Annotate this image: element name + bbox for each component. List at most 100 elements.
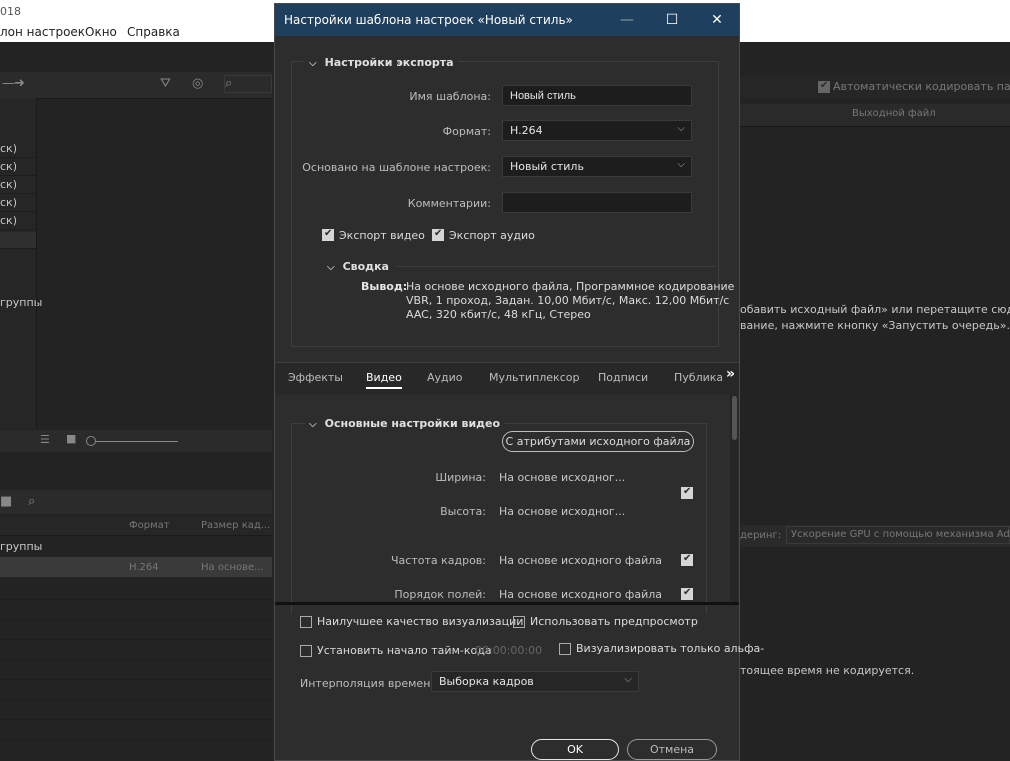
list-item[interactable]: ск) <box>0 212 36 230</box>
tab-effects[interactable]: Эффекты <box>288 371 343 384</box>
remove-icon[interactable]: ■ <box>0 494 12 509</box>
width-value[interactable]: На основе исходног... <box>499 471 625 484</box>
table-row[interactable]: H.264 На основе... <box>0 557 272 577</box>
use-previews-checkbox[interactable] <box>513 616 525 628</box>
table-row <box>0 720 272 740</box>
max-quality-label: Наилучшее качество визуализации <box>317 615 524 628</box>
preset-settings-dialog: Настройки шаблона настроек «Новый стиль»… <box>274 3 764 761</box>
based-on-select[interactable]: Новый стиль ⌵ <box>502 156 692 177</box>
menu-item-window[interactable]: Окно <box>85 25 117 39</box>
list-item[interactable] <box>0 232 36 249</box>
set-timecode-checkbox[interactable] <box>300 645 312 657</box>
ok-button[interactable]: OK <box>531 739 619 760</box>
tabs-overflow-icon[interactable]: » <box>726 366 735 382</box>
height-value[interactable]: На основе исходног... <box>499 505 625 518</box>
minimize-icon[interactable]: — <box>613 10 641 30</box>
output-summary-line2: VBR, 1 проход, Задан. 10,00 Мбит/с, Макс… <box>406 294 730 307</box>
divider <box>36 98 37 428</box>
auto-encode-label: Автоматически кодировать папки <box>833 80 1010 93</box>
based-on-label: Основано на шаблоне настроек: <box>302 161 491 174</box>
basic-video-heading[interactable]: ⌵ Основные настройки видео <box>305 417 505 430</box>
template-name-input[interactable] <box>502 85 692 106</box>
timecode-input[interactable]: 00:00:00:00 <box>475 644 542 657</box>
table-row <box>0 680 272 700</box>
close-icon[interactable]: ✕ <box>703 10 731 30</box>
tab-video[interactable]: Видео <box>366 371 402 389</box>
chevron-down-icon: ⌵ <box>677 159 685 170</box>
queue-column-header: Выходной файл <box>740 104 1010 127</box>
field-order-match-checkbox[interactable] <box>681 587 693 600</box>
format-label: Формат: <box>442 125 491 138</box>
chevron-down-icon: ⌵ <box>309 58 317 69</box>
renderer-select[interactable]: Ускорение GPU с помощью механизма Ad <box>786 526 1010 544</box>
tab-audio[interactable]: Аудио <box>427 371 463 384</box>
alpha-only-checkbox[interactable] <box>559 643 571 655</box>
search-icon[interactable]: ⌕ <box>224 75 272 93</box>
zoom-slider-handle[interactable] <box>86 436 96 446</box>
icon-view-icon[interactable]: ■ <box>66 432 76 445</box>
interpolation-select[interactable]: Выборка кадров ⌵ <box>431 671 639 692</box>
list-item[interactable]: ск) <box>0 176 36 194</box>
width-label: Ширина: <box>435 471 486 484</box>
list-view-icon[interactable]: ☰ <box>40 433 50 446</box>
list-item[interactable]: ск) <box>0 194 36 212</box>
left-toolbar: — ➜ ⛛ ◎ ⌕ <box>0 72 272 99</box>
tab-captions[interactable]: Подписи <box>598 371 648 384</box>
auto-encode-checkbox[interactable] <box>818 80 830 93</box>
set-timecode-label: Установить начало тайм-кода <box>317 644 492 657</box>
output-label: Вывод: <box>361 280 408 293</box>
format-select[interactable]: H.264 ⌵ <box>502 120 692 141</box>
cancel-button[interactable]: Отмена <box>627 739 717 760</box>
export-audio-label: Экспорт аудио <box>449 229 535 242</box>
list-item[interactable]: ск) <box>0 140 36 158</box>
framerate-value[interactable]: На основе исходного файла <box>499 554 662 567</box>
field-order-value[interactable]: На основе исходного файла <box>499 588 662 601</box>
list-item[interactable]: группы <box>0 294 42 311</box>
export-video-checkbox[interactable] <box>322 228 334 241</box>
zoom-slider-track[interactable] <box>96 441 178 442</box>
framerate-match-checkbox[interactable] <box>681 553 693 566</box>
match-source-button[interactable]: С атрибутами исходного файла <box>502 431 694 452</box>
output-summary-line1: На основе исходного файла, Программное к… <box>406 280 735 293</box>
menu-item-help[interactable]: Справка <box>127 25 180 39</box>
chevron-down-icon: ⌵ <box>309 419 317 430</box>
list-item[interactable]: ск) <box>0 158 36 176</box>
column-header-output-file[interactable]: Выходной файл <box>852 108 936 119</box>
table-row <box>0 620 272 640</box>
export-audio-checkbox[interactable] <box>432 228 444 241</box>
queue-hint-line2: вание, нажмите кнопку «Запустить очередь… <box>740 319 1010 332</box>
alpha-only-label: Визуализировать только альфа- <box>576 642 765 655</box>
eye-icon[interactable]: ◎ <box>192 76 203 91</box>
encoding-status: тоящее время не кодируется. <box>740 664 915 677</box>
filter-icon[interactable]: ⛛ <box>160 76 171 91</box>
table-row <box>0 660 272 680</box>
tab-multiplexer[interactable]: Мультиплексор <box>489 371 579 384</box>
table-row <box>0 600 272 620</box>
chevron-down-icon: ⌵ <box>624 674 632 685</box>
summary-heading[interactable]: ⌵ Сводка <box>327 260 397 273</box>
scrollbar-thumb[interactable] <box>732 396 737 440</box>
maximize-icon[interactable]: ☐ <box>658 10 686 30</box>
dialog-titlebar: Настройки шаблона настроек «Новый стиль»… <box>275 4 739 36</box>
height-label: Высота: <box>440 505 486 518</box>
queue-header: Автоматически кодировать папки <box>740 76 1010 98</box>
dialog-title: Настройки шаблона настроек «Новый стиль» <box>284 13 573 27</box>
use-previews-label: Использовать предпросмотр <box>530 615 698 628</box>
left-lower-toolbar: ■ ⌕ <box>0 490 272 514</box>
arrow-right-icon[interactable]: ➜ <box>14 76 25 91</box>
max-quality-checkbox[interactable] <box>300 616 312 628</box>
column-header-format[interactable]: Формат <box>129 520 170 531</box>
chevron-down-icon: ⌵ <box>327 262 335 273</box>
chevron-down-icon: ⌵ <box>677 123 685 134</box>
framerate-label: Частота кадров: <box>390 554 486 567</box>
table-header: Формат Размер кад... <box>0 517 272 536</box>
export-settings-heading[interactable]: ⌵ Настройки экспорта <box>305 56 458 69</box>
menu-item-presets[interactable]: лон настроек <box>0 25 85 39</box>
comments-input[interactable] <box>502 192 692 213</box>
search-icon[interactable]: ⌕ <box>28 494 35 509</box>
column-header-frame-size[interactable]: Размер кад... <box>201 520 270 531</box>
table-row <box>0 640 272 660</box>
width-height-match-checkbox[interactable] <box>681 486 693 499</box>
table-group-row[interactable]: группы <box>0 536 272 556</box>
tab-publish[interactable]: Публикац <box>674 371 722 384</box>
